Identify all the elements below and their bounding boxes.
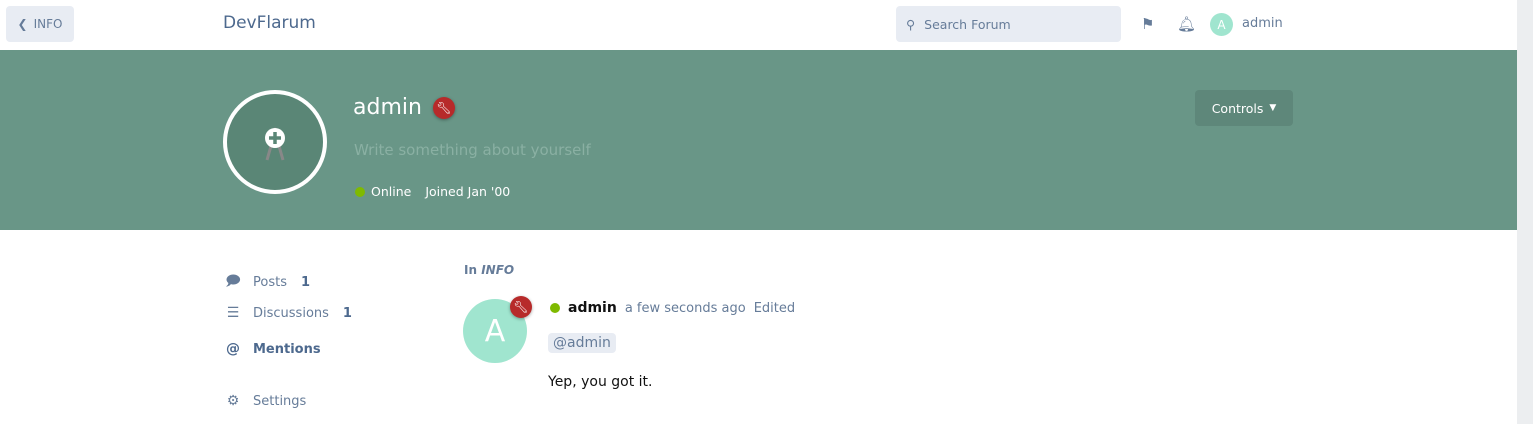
- bio-input[interactable]: Write something about yourself: [354, 141, 591, 159]
- gear-icon: ⚙: [226, 393, 240, 409]
- controls-dropdown[interactable]: Controls ▼: [1195, 90, 1293, 126]
- search-input[interactable]: ⚲ Search Forum: [896, 6, 1121, 42]
- profile-meta: Online Joined Jan '00: [355, 184, 510, 199]
- flag-icon[interactable]: ⚑: [1141, 15, 1154, 33]
- caret-down-icon: ▼: [1269, 103, 1277, 113]
- scrollbar[interactable]: [1517, 0, 1533, 424]
- back-button[interactable]: ❮ INFO: [6, 6, 74, 42]
- discussion-link[interactable]: In INFO: [464, 263, 514, 277]
- comment-icon: 🗩︎: [225, 273, 241, 289]
- profile-username: admin: [353, 95, 422, 120]
- user-menu[interactable]: admin: [1242, 16, 1283, 31]
- post-header: admin a few seconds ago Edited: [550, 300, 795, 316]
- avatar-upload[interactable]: [223, 90, 327, 194]
- upload-avatar-icon: [265, 126, 285, 161]
- brand-link[interactable]: DevFlarum: [223, 13, 316, 33]
- wrench-badge-icon: 🔧︎: [510, 296, 532, 318]
- profile-hero: admin 🔧︎ Write something about yourself …: [0, 50, 1517, 230]
- bell-icon[interactable]: 🔔︎: [1177, 15, 1196, 33]
- nav-discussions[interactable]: ☰ Discussions 1: [225, 305, 352, 321]
- at-icon: @: [226, 341, 240, 357]
- post-time[interactable]: a few seconds ago: [625, 301, 746, 316]
- edited-label[interactable]: Edited: [754, 301, 795, 316]
- wrench-badge-icon: 🔧︎: [433, 97, 455, 119]
- nav-mentions[interactable]: @ Mentions: [225, 341, 321, 357]
- post-body: Yep, you got it.: [548, 374, 653, 390]
- post-author[interactable]: admin: [568, 300, 617, 316]
- header: ❮ INFO DevFlarum ⚲ Search Forum ⚑ 🔔︎ A adm…: [0, 0, 1517, 50]
- online-indicator: [550, 303, 560, 313]
- online-indicator: [355, 186, 365, 197]
- user-mention[interactable]: @admin: [548, 333, 616, 353]
- search-icon: ⚲: [906, 16, 916, 32]
- list-icon: ☰: [226, 305, 240, 321]
- nav-posts[interactable]: 🗩︎ Posts 1: [225, 270, 310, 294]
- nav-settings[interactable]: ⚙ Settings: [225, 393, 307, 409]
- user-avatar[interactable]: A: [1210, 13, 1233, 36]
- chevron-left-icon: ❮: [17, 17, 28, 31]
